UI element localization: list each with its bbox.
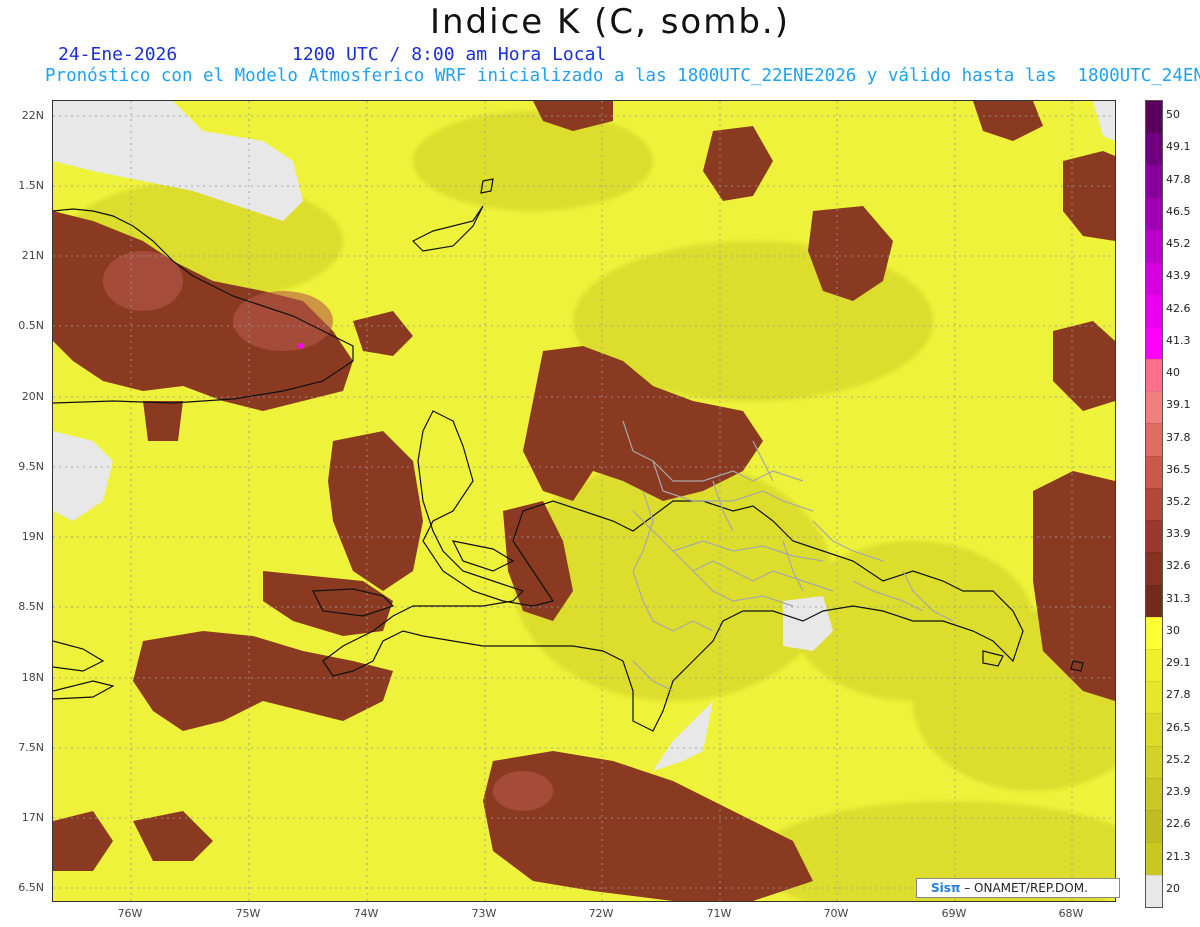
color-scale-segment bbox=[1146, 101, 1162, 134]
color-scale-label: 30 bbox=[1166, 623, 1180, 637]
lon-label: 75W bbox=[235, 907, 261, 920]
color-scale-segment bbox=[1146, 165, 1162, 198]
lat-label: 8.5N bbox=[18, 600, 44, 613]
color-scale-label: 43.9 bbox=[1166, 269, 1191, 283]
color-scale-label: 31.3 bbox=[1166, 591, 1191, 605]
color-scale-label: 42.6 bbox=[1166, 301, 1191, 315]
color-scale-segment bbox=[1146, 584, 1162, 617]
lon-label: 76W bbox=[117, 907, 143, 920]
color-scale-segment bbox=[1146, 294, 1162, 327]
lat-label: 17N bbox=[21, 811, 44, 824]
color-scale-label: 22.6 bbox=[1166, 817, 1191, 831]
color-scale-label: 50 bbox=[1166, 108, 1180, 122]
lon-label: 72W bbox=[588, 907, 614, 920]
color-scale-label: 49.1 bbox=[1166, 140, 1191, 154]
color-scale-segment bbox=[1146, 681, 1162, 714]
color-scale-segment bbox=[1146, 616, 1162, 649]
color-scale-segment bbox=[1146, 745, 1162, 778]
map-svg bbox=[53, 101, 1115, 901]
lat-label: 18N bbox=[21, 671, 44, 684]
color-scale-segment bbox=[1146, 777, 1162, 811]
chart-title: Indice K (C, somb.) bbox=[429, 2, 791, 42]
credit-text: – ONAMET/REP.DOM. bbox=[960, 881, 1088, 895]
color-scale-label: 20 bbox=[1166, 881, 1180, 895]
lat-label: 9.5N bbox=[18, 460, 44, 473]
color-scale-label: 47.8 bbox=[1166, 172, 1191, 186]
lat-label: 19N bbox=[21, 530, 44, 543]
color-scale-segment bbox=[1146, 874, 1162, 907]
color-scale-label: 25.2 bbox=[1166, 752, 1191, 766]
lat-label: 1.5N bbox=[18, 179, 44, 192]
color-scale-segment bbox=[1146, 552, 1162, 585]
lat-label: 6.5N bbox=[18, 881, 44, 894]
color-scale-label: 32.6 bbox=[1166, 559, 1191, 573]
lon-label: 71W bbox=[706, 907, 732, 920]
color-scale-label: 26.5 bbox=[1166, 720, 1191, 734]
k-index-map bbox=[52, 100, 1116, 902]
color-scale-segment bbox=[1146, 520, 1162, 553]
color-scale-segment bbox=[1146, 648, 1162, 682]
color-scale-label: 40 bbox=[1166, 366, 1180, 380]
color-scale-label: 41.3 bbox=[1166, 333, 1191, 347]
color-scale-segment bbox=[1146, 810, 1162, 843]
sispi-logo: Sisπ bbox=[931, 881, 961, 895]
color-scale-segment bbox=[1146, 197, 1162, 230]
color-scale-label: 33.9 bbox=[1166, 527, 1191, 541]
color-scale-segment bbox=[1146, 455, 1162, 488]
color-scale-segment bbox=[1146, 262, 1162, 295]
lat-label: 22N bbox=[21, 109, 44, 122]
lon-label: 74W bbox=[353, 907, 379, 920]
lat-label: 7.5N bbox=[18, 741, 44, 754]
color-scale-label: 36.5 bbox=[1166, 462, 1191, 476]
color-scale-label: 27.8 bbox=[1166, 688, 1191, 702]
lon-label: 70W bbox=[823, 907, 849, 920]
model-info: Pronóstico con el Modelo Atmosferico WRF… bbox=[45, 66, 1200, 86]
lat-label: 0.5N bbox=[18, 319, 44, 332]
color-scale-label: 23.9 bbox=[1166, 785, 1191, 799]
color-scale-segment bbox=[1146, 713, 1162, 746]
color-scale-label: 29.1 bbox=[1166, 656, 1191, 670]
color-scale-segment bbox=[1146, 487, 1162, 521]
color-scale-label: 39.1 bbox=[1166, 398, 1191, 412]
color-scale-label: 35.2 bbox=[1166, 495, 1191, 508]
color-scale-bar bbox=[1145, 100, 1163, 908]
color-scale-segment bbox=[1146, 133, 1162, 166]
color-scale-segment bbox=[1146, 423, 1162, 456]
color-scale-label: 45.2 bbox=[1166, 237, 1191, 251]
lat-label: 20N bbox=[21, 390, 44, 403]
lat-label: 21N bbox=[21, 249, 44, 262]
lon-label: 68W bbox=[1058, 907, 1084, 920]
peak-value-dot bbox=[298, 343, 304, 349]
forecast-time: 1200 UTC / 8:00 am Hora Local bbox=[292, 44, 607, 65]
forecast-date: 24-Ene-2026 bbox=[58, 44, 178, 65]
lon-label: 69W bbox=[941, 907, 967, 920]
color-scale-label: 37.8 bbox=[1166, 430, 1191, 444]
credit-box: Sisπ – ONAMET/REP.DOM. bbox=[916, 878, 1120, 898]
color-scale-label: 21.3 bbox=[1166, 849, 1191, 863]
color-scale-segment bbox=[1146, 391, 1162, 424]
color-scale-segment bbox=[1146, 358, 1162, 392]
color-scale-label: 46.5 bbox=[1166, 204, 1191, 218]
color-scale-segment bbox=[1146, 326, 1162, 359]
lon-label: 73W bbox=[471, 907, 497, 920]
color-scale-segment bbox=[1146, 229, 1162, 263]
color-scale-segment bbox=[1146, 842, 1162, 875]
